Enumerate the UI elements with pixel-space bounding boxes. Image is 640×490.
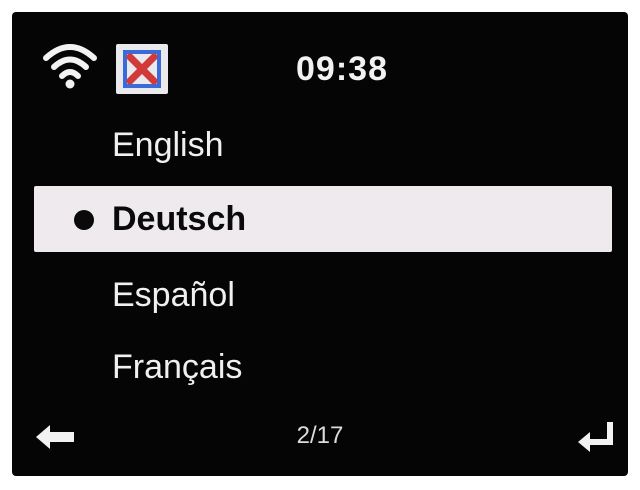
list-item-deutsch[interactable]: Deutsch: [12, 184, 628, 254]
list-item-label: English: [112, 126, 224, 164]
page-indicator: 2/17: [296, 422, 344, 449]
list-item-english[interactable]: English: [12, 110, 628, 180]
signal-x-icon: [123, 50, 161, 88]
no-signal-icon: [116, 44, 168, 94]
selected-dot-icon: [74, 210, 94, 230]
list-item-label: Español: [112, 276, 235, 314]
list-item-espanol[interactable]: Español: [12, 260, 628, 330]
clock: 09:38: [296, 50, 388, 88]
wifi-icon: [43, 44, 97, 89]
display-screen: 09:38 English Deutsch Español Français 2…: [12, 12, 628, 476]
enter-icon[interactable]: [574, 420, 618, 456]
device-frame: 09:38 English Deutsch Español Français 2…: [0, 0, 640, 490]
list-item-francais[interactable]: Français: [12, 332, 628, 402]
arrow-left-icon[interactable]: [34, 422, 78, 452]
list-item-label: Deutsch: [112, 200, 247, 238]
list-item-label: Français: [112, 348, 243, 386]
